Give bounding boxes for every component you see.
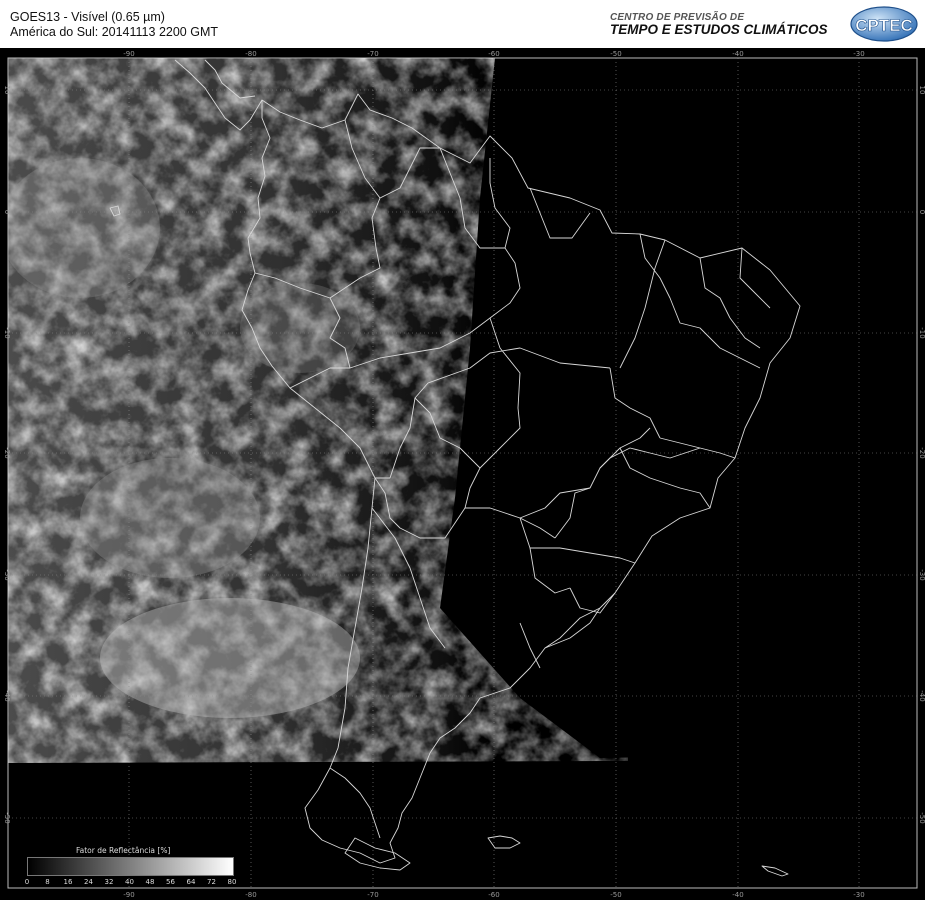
colorbar-label: 32	[104, 878, 114, 886]
colorbar-label: 24	[84, 878, 93, 886]
svg-text:-90: -90	[123, 891, 134, 899]
colorbar-labels: 0 8 16 24 32 40 48 56 64 72 80	[22, 878, 242, 888]
colorbar-title: Fator de Reflectância [%]	[76, 846, 171, 855]
cptec-logo: CPTEC	[850, 6, 918, 42]
svg-text:-40: -40	[732, 50, 743, 58]
svg-text:-40: -40	[3, 690, 11, 701]
svg-text:0: 0	[3, 210, 11, 214]
colorbar-label: 64	[186, 878, 196, 886]
svg-text:-50: -50	[610, 891, 621, 899]
svg-text:-40: -40	[732, 891, 743, 899]
svg-text:-30: -30	[3, 569, 11, 580]
reflectance-colorbar	[27, 857, 234, 876]
colorbar-label: 40	[125, 878, 134, 886]
svg-text:0: 0	[918, 210, 925, 214]
svg-text:10: 10	[3, 86, 11, 95]
svg-text:-70: -70	[367, 50, 378, 58]
lon-ticks-top: -90 -80 -70 -60 -50 -40 -30	[123, 50, 864, 58]
colorbar-label: 56	[166, 878, 175, 886]
svg-text:-50: -50	[610, 50, 621, 58]
satellite-map: -90 -80 -70 -60 -50 -40 -30 -90 -80 -70 …	[0, 48, 925, 900]
colorbar-label: 48	[145, 878, 155, 886]
svg-text:-70: -70	[367, 891, 378, 899]
svg-text:-10: -10	[918, 327, 925, 338]
lon-ticks-bottom: -90 -80 -70 -60 -50 -40 -30	[123, 891, 864, 899]
svg-text:-40: -40	[918, 690, 925, 701]
colorbar-label: 16	[63, 878, 73, 886]
svg-text:-50: -50	[3, 812, 11, 823]
svg-text:-20: -20	[918, 447, 925, 458]
colorbar-label: 0	[24, 878, 30, 886]
colorbar-label: 72	[207, 878, 216, 886]
header-bar: GOES13 - Visível (0.65 µm) América do Su…	[0, 0, 925, 48]
svg-text:-30: -30	[853, 891, 864, 899]
svg-text:-90: -90	[123, 50, 134, 58]
svg-text:-80: -80	[245, 891, 256, 899]
svg-text:-80: -80	[245, 50, 256, 58]
svg-text:-60: -60	[488, 891, 499, 899]
product-title: GOES13 - Visível (0.65 µm)	[10, 10, 165, 24]
svg-text:-20: -20	[3, 447, 11, 458]
colorbar-label: 80	[227, 878, 237, 886]
svg-text:-30: -30	[853, 50, 864, 58]
colorbar-label: 8	[45, 878, 50, 886]
svg-text:10: 10	[918, 86, 925, 95]
svg-text:-30: -30	[918, 569, 925, 580]
org-name-large: TEMPO E ESTUDOS CLIMÁTICOS	[610, 22, 828, 37]
svg-text:-50: -50	[918, 812, 925, 823]
svg-text:-60: -60	[488, 50, 499, 58]
map-canvas: -90 -80 -70 -60 -50 -40 -30 -90 -80 -70 …	[3, 50, 925, 899]
product-subtitle: América do Sul: 20141113 2200 GMT	[10, 25, 218, 39]
lat-ticks-right: 10 0 -10 -20 -30 -40 -50	[918, 86, 925, 824]
svg-text:CPTEC: CPTEC	[855, 16, 913, 35]
svg-text:-10: -10	[3, 327, 11, 338]
